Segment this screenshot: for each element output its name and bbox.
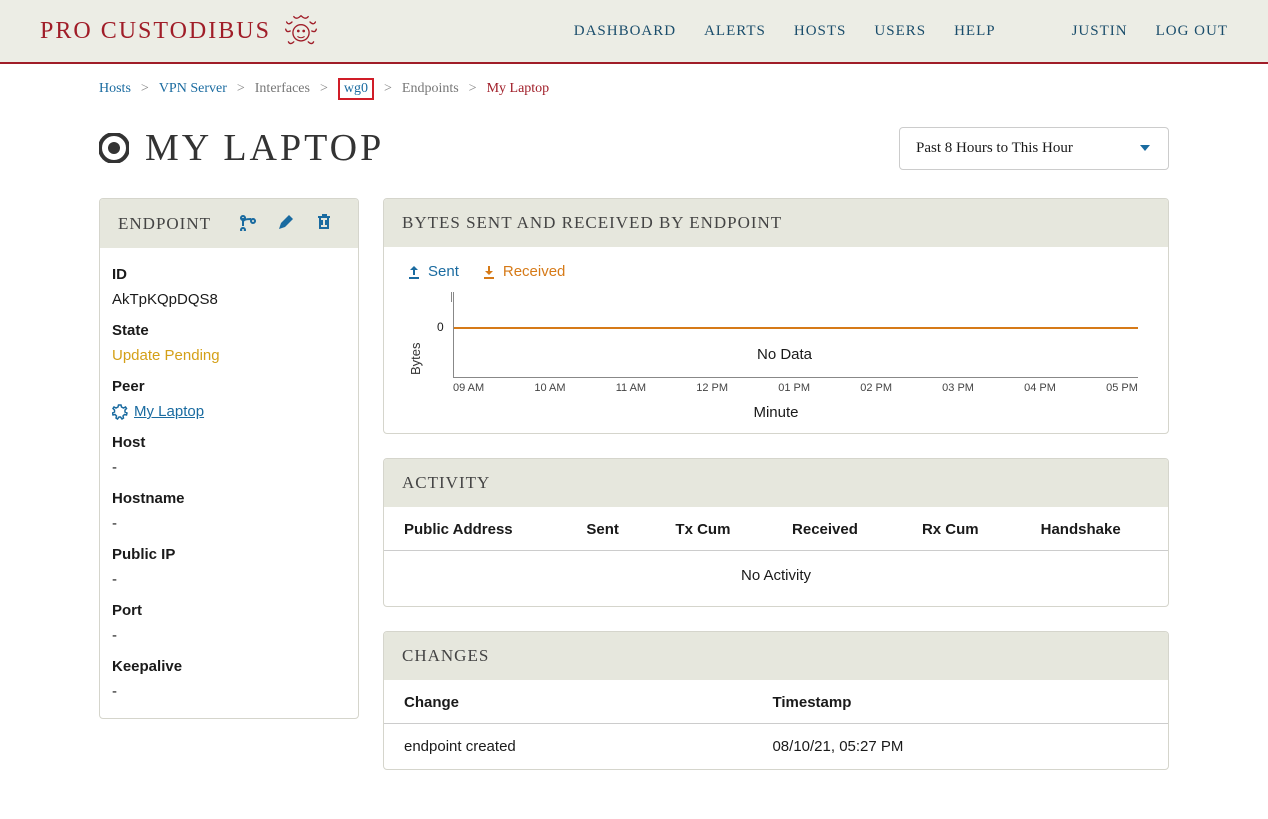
- gear-icon: [112, 404, 128, 420]
- endpoint-heading: ENDPOINT: [118, 214, 211, 234]
- crumb-current: My Laptop: [487, 81, 550, 97]
- nav-users[interactable]: USERS: [874, 23, 926, 40]
- value-state: Update Pending: [112, 347, 346, 364]
- activity-panel: ACTIVITY Public Address Sent Tx Cum Rece…: [383, 458, 1169, 607]
- value-public-ip: -: [112, 571, 346, 588]
- x-tick: 01 PM: [778, 382, 810, 394]
- col-tx-cum: Tx Cum: [655, 507, 772, 551]
- x-axis-label: Minute: [406, 404, 1146, 421]
- activity-heading: ACTIVITY: [402, 473, 490, 493]
- brand[interactable]: PRO CUSTODIBUS: [40, 13, 319, 49]
- page-title-text: MY LAPTOP: [145, 126, 384, 170]
- col-rx-cum: Rx Cum: [902, 507, 1021, 551]
- label-hostname: Hostname: [112, 490, 346, 507]
- branch-icon: [239, 213, 257, 231]
- value-host: -: [112, 459, 346, 476]
- col-sent: Sent: [566, 507, 655, 551]
- record-icon: [99, 133, 129, 163]
- download-icon: [481, 264, 497, 280]
- bytes-chart: Bytes 0 No Data 09 AM 10 AM 11 AM 12 PM 01 P…: [406, 292, 1146, 402]
- label-public-ip: Public IP: [112, 546, 346, 563]
- value-keepalive: -: [112, 683, 346, 700]
- col-received: Received: [772, 507, 902, 551]
- nav-logout[interactable]: LOG OUT: [1156, 23, 1228, 40]
- bytes-heading: BYTES SENT AND RECEIVED BY ENDPOINT: [402, 213, 782, 233]
- no-data-text: No Data: [757, 346, 812, 363]
- x-tick: 02 PM: [860, 382, 892, 394]
- nav-help[interactable]: HELP: [954, 23, 996, 40]
- label-state: State: [112, 322, 346, 339]
- crumb-interfaces: Interfaces: [255, 81, 310, 97]
- x-tick: 03 PM: [942, 382, 974, 394]
- header: PRO CUSTODIBUS DASHBOARD ALERTS HOSTS US…: [0, 0, 1268, 64]
- x-tick: 09 AM: [453, 382, 484, 394]
- col-change: Change: [384, 680, 752, 724]
- col-timestamp: Timestamp: [752, 680, 1168, 724]
- nav-hosts[interactable]: HOSTS: [794, 23, 847, 40]
- chart-legend: Sent Received: [406, 263, 1146, 280]
- col-public-address: Public Address: [384, 507, 566, 551]
- legend-sent[interactable]: Sent: [406, 263, 459, 280]
- value-id: AkTpKQpDQS8: [112, 291, 346, 308]
- crumb-vpn-server[interactable]: VPN Server: [159, 81, 227, 97]
- x-tick: 10 AM: [534, 382, 565, 394]
- time-range-select[interactable]: Past 8 Hours to This Hour: [899, 127, 1169, 170]
- breadcrumb: Hosts > VPN Server > Interfaces > wg0 > …: [99, 64, 1169, 108]
- legend-received[interactable]: Received: [481, 263, 566, 280]
- value-peer[interactable]: My Laptop: [112, 403, 346, 420]
- crumb-endpoints: Endpoints: [402, 81, 459, 97]
- label-port: Port: [112, 602, 346, 619]
- activity-table: Public Address Sent Tx Cum Received Rx C…: [384, 507, 1168, 606]
- endpoint-panel: ENDPOINT ID AkTpK: [99, 198, 359, 719]
- crumb-hosts[interactable]: Hosts: [99, 81, 131, 97]
- x-tick: 12 PM: [696, 382, 728, 394]
- label-peer: Peer: [112, 378, 346, 395]
- zero-line: [454, 327, 1138, 329]
- value-hostname: -: [112, 515, 346, 532]
- cell-timestamp: 08/10/21, 05:27 PM: [752, 724, 1168, 770]
- page-title: MY LAPTOP: [99, 126, 384, 170]
- plot-box: [453, 292, 1138, 378]
- label-keepalive: Keepalive: [112, 658, 346, 675]
- cell-change: endpoint created: [384, 724, 752, 770]
- pencil-icon: [277, 213, 295, 231]
- bytes-panel: BYTES SENT AND RECEIVED BY ENDPOINT Sent…: [383, 198, 1169, 434]
- no-activity-row: No Activity: [384, 551, 1168, 607]
- y-axis-label: Bytes: [406, 292, 423, 402]
- label-host: Host: [112, 434, 346, 451]
- changes-heading: CHANGES: [402, 646, 489, 666]
- delete-button[interactable]: [315, 213, 333, 234]
- changes-table: Change Timestamp endpoint created08/10/2…: [384, 680, 1168, 769]
- medusa-icon: [283, 13, 319, 49]
- nav-dashboard[interactable]: DASHBOARD: [574, 23, 676, 40]
- tick-zero: 0: [437, 320, 444, 334]
- crumb-wg0[interactable]: wg0: [338, 78, 374, 100]
- value-port: -: [112, 627, 346, 644]
- col-handshake: Handshake: [1021, 507, 1168, 551]
- nav-alerts[interactable]: ALERTS: [704, 23, 766, 40]
- upload-icon: [406, 264, 422, 280]
- x-tick: 05 PM: [1106, 382, 1138, 394]
- nav-user[interactable]: JUSTIN: [1072, 23, 1128, 40]
- brand-text: PRO CUSTODIBUS: [40, 18, 271, 45]
- label-id: ID: [112, 266, 346, 283]
- x-ticks: 09 AM 10 AM 11 AM 12 PM 01 PM 02 PM 03 PM 04 PM…: [453, 382, 1138, 394]
- edit-button[interactable]: [277, 213, 295, 234]
- main-nav: DASHBOARD ALERTS HOSTS USERS HELP JUSTIN…: [574, 23, 1228, 40]
- trash-icon: [315, 213, 333, 231]
- table-row: endpoint created08/10/21, 05:27 PM: [384, 724, 1168, 770]
- changes-panel: CHANGES Change Timestamp endpoint create…: [383, 631, 1169, 770]
- branch-button[interactable]: [239, 213, 257, 234]
- x-tick: 11 AM: [616, 382, 646, 394]
- x-tick: 04 PM: [1024, 382, 1056, 394]
